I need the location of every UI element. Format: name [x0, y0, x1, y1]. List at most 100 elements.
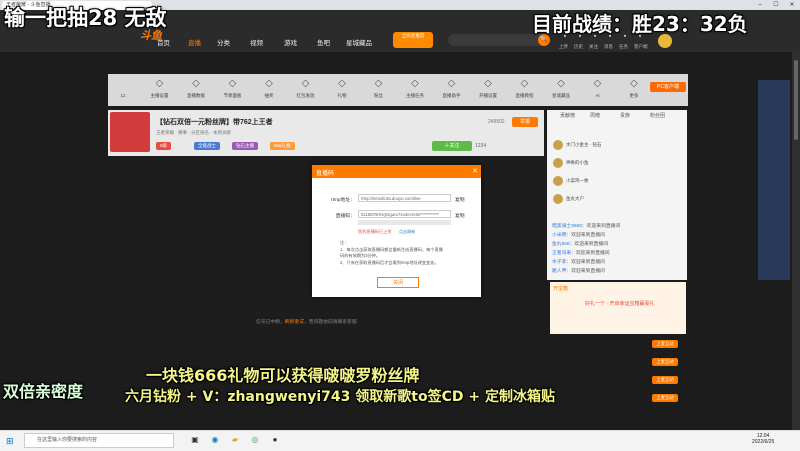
- copy-rtmp-button[interactable]: 复制: [455, 196, 465, 203]
- edge-icon[interactable]: ◉: [210, 435, 220, 445]
- chat-username[interactable]: 小米粥：: [552, 233, 571, 238]
- dialog-title: 直播码: [316, 171, 335, 177]
- toolbar-item[interactable]: 12: [108, 78, 138, 98]
- pc-client-button[interactable]: PC客户端: [650, 82, 686, 92]
- toolbar-item[interactable]: ◇ 星城藏品: [546, 78, 576, 99]
- gift-body: 好礼一个 · 开启幸运宝箱赢豪礼: [585, 301, 655, 307]
- nav-collectibles[interactable]: 星城藏品: [346, 37, 372, 47]
- toolbar-item[interactable]: ◇ 节奏面板: [218, 78, 248, 99]
- rtmp-address-field[interactable]: rtmp://sendtc3a.douyu.com/live: [358, 194, 451, 202]
- toolbar-item[interactable]: ◇ 更多: [619, 78, 649, 99]
- top-icon-label: 关注: [589, 44, 598, 49]
- toolbar-item-label: 主播任务: [406, 93, 424, 98]
- obs-icon[interactable]: ●: [270, 435, 280, 445]
- rank-row[interactable]: 小菜鸡一枚: [553, 176, 589, 190]
- chat-text: 欢迎来到直播间: [571, 260, 605, 265]
- copy-key-button[interactable]: 复制: [455, 212, 465, 219]
- activity-sidebar[interactable]: [758, 80, 790, 280]
- dialog-close-button[interactable]: 关闭: [377, 277, 419, 288]
- system-clock[interactable]: 12:04 2022/6/25: [752, 433, 774, 445]
- toolbar-item-label: 星城藏品: [552, 93, 570, 98]
- follow-count: 1234: [475, 143, 487, 149]
- offline-suffix: ，若问题依旧请联系客服: [304, 320, 357, 325]
- rank-row[interactable]: 水门小金主 · 钻石: [553, 140, 602, 154]
- nav-video[interactable]: 视频: [250, 37, 263, 47]
- nav-game[interactable]: 游戏: [284, 37, 297, 47]
- chat-username[interactable]: 路人甲：: [552, 269, 571, 274]
- refresh-key-link[interactable]: 点击刷新: [399, 229, 416, 234]
- clock-date: 2022/6/25: [752, 439, 775, 445]
- toolbar-item[interactable]: ◇ 礼物: [327, 78, 357, 99]
- toolbar-item-label: 12: [120, 93, 126, 98]
- join-mic-button[interactable]: 上麦互动: [652, 376, 678, 384]
- maximize-button[interactable]: ☐: [768, 0, 784, 10]
- task-view-icon[interactable]: ▣: [190, 435, 200, 445]
- toolbar-item[interactable]: ◇ 抽奖: [254, 78, 284, 99]
- streamer-avatar[interactable]: [110, 112, 150, 152]
- chat-message: 暗黑骑士8888：欢迎来到直播间: [552, 222, 620, 229]
- toolbar-item-label: 抽奖: [264, 93, 274, 98]
- folder-icon[interactable]: ▰: [230, 435, 240, 445]
- join-mic-button[interactable]: 上麦互动: [652, 394, 678, 402]
- rank-avatar: [553, 194, 563, 204]
- join-mic-button[interactable]: 上麦互动: [652, 340, 678, 348]
- toolbar-item[interactable]: ◇ 粉丝: [364, 78, 394, 99]
- taskbar-search-input[interactable]: 在这里输入你要搜索的内容: [24, 433, 174, 448]
- toolbar-item[interactable]: ◇ 主播设置: [145, 78, 175, 99]
- rank-tab[interactable]: 贡献榜: [560, 112, 575, 119]
- report-button[interactable]: 举报: [512, 117, 538, 127]
- chat-username[interactable]: 王者归来：: [552, 251, 576, 256]
- key-label: 直播码：: [335, 214, 355, 219]
- chat-username[interactable]: 木子李：: [552, 260, 571, 265]
- minimize-button[interactable]: –: [752, 0, 768, 10]
- overlay-top-left: 输一把抽28 无敌: [4, 6, 167, 30]
- chat-text: 欢迎来到直播间: [571, 269, 605, 274]
- nav-live[interactable]: 直播: [188, 37, 201, 47]
- gift-box-panel[interactable]: [550, 282, 686, 334]
- key-scrollbar[interactable]: [358, 220, 451, 225]
- top-icon-label: 任务: [619, 44, 628, 49]
- rank-avatar: [553, 140, 563, 150]
- close-window-button[interactable]: ✕: [784, 0, 800, 10]
- room-tag: 钻石主播: [232, 142, 258, 150]
- toolbar-item-label: 主播设置: [150, 93, 169, 98]
- chrome-icon[interactable]: ◎: [250, 435, 260, 445]
- toolbar-item[interactable]: ◇ 红包发放: [291, 78, 321, 99]
- windows-start-icon[interactable]: ⊞: [6, 436, 14, 447]
- chat-username[interactable]: 暗黑骑士8888：: [552, 224, 587, 229]
- room-tag: 666礼物: [270, 142, 295, 150]
- scrollbar-thumb[interactable]: [794, 60, 798, 140]
- rtmp-label: rtmp地址：: [331, 198, 355, 203]
- nav-home[interactable]: 首页: [157, 37, 170, 47]
- live-key-field[interactable]: 5115879rKeyDguru7so3ecretsr***********: [358, 210, 451, 218]
- toolbar-item-label: 红包发放: [296, 93, 315, 98]
- toolbar-item[interactable]: ◇ AI: [583, 78, 613, 98]
- toolbar-item[interactable]: ◇ 主播任务: [400, 78, 430, 99]
- top-icon-label: 历史: [574, 44, 583, 49]
- close-icon[interactable]: ✕: [471, 167, 479, 175]
- nav-yuba[interactable]: 鱼吧: [317, 37, 330, 47]
- follow-button[interactable]: ＋关注: [432, 141, 472, 151]
- toolbar-item[interactable]: ◇ 开播设置: [473, 78, 503, 99]
- rank-row[interactable]: 神奇的小鱼: [553, 158, 589, 172]
- rank-tab[interactable]: 周榜: [590, 112, 600, 119]
- join-mic-button[interactable]: 上麦互动: [652, 358, 678, 366]
- room-tag: 5级: [156, 142, 172, 150]
- toolbar-item-icon: ◇: [265, 78, 273, 89]
- nav-category[interactable]: 分类: [217, 37, 230, 47]
- toolbar-item-label: 礼物: [337, 93, 347, 98]
- toolbar-item[interactable]: ◇ 直播教程: [510, 78, 540, 99]
- rank-name: 神奇的小鱼: [566, 160, 589, 166]
- toolbar-item[interactable]: ◇ 直播助手: [437, 78, 467, 99]
- top-icon-label: 消息: [604, 44, 613, 49]
- rank-row[interactable]: 鱼丸大户: [553, 194, 584, 208]
- refresh-link[interactable]: 刷新重试: [285, 320, 304, 325]
- rank-avatar: [553, 176, 563, 186]
- chat-username[interactable]: 鱼丸666：: [552, 242, 574, 247]
- toolbar-item[interactable]: ◇ 直播数据: [181, 78, 211, 99]
- dialog-notes: 注： 1、每次点击获取直播码都会重新生成直播码，每个直播 码的有效期为3分钟。 …: [340, 240, 476, 266]
- promo-banner[interactable]: 全民星推官: [393, 32, 433, 48]
- rank-tab[interactable]: 粉丝团: [650, 112, 665, 119]
- chat-text: 欢迎来到直播间: [586, 224, 621, 229]
- rank-tab[interactable]: 贵族: [620, 112, 630, 119]
